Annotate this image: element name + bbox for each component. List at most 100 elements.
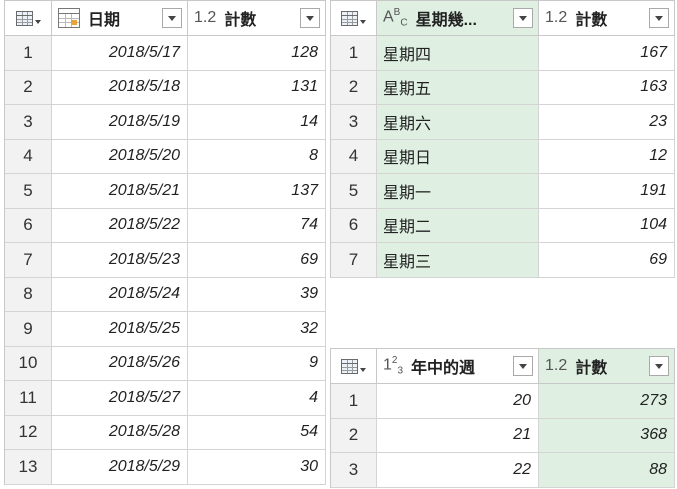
table-row[interactable]: 3 22 88 [331,453,675,488]
count-cell[interactable]: 12 [539,139,675,173]
table-row[interactable]: 11 2018/5/27 4 [5,381,326,416]
table-row[interactable]: 3 2018/5/19 14 [5,105,326,140]
row-index[interactable]: 12 [5,415,52,449]
count-cell[interactable]: 74 [188,208,326,242]
date-cell[interactable]: 2018/5/24 [52,277,188,311]
count-cell[interactable]: 32 [188,312,326,346]
date-cell[interactable]: 2018/5/25 [52,312,188,346]
column-header-count[interactable]: 1.2 計數 [539,349,675,383]
table-row[interactable]: 9 2018/5/25 32 [5,312,326,347]
row-index[interactable]: 8 [5,277,52,311]
date-cell[interactable]: 2018/5/29 [52,450,188,484]
table-row[interactable]: 12 2018/5/28 54 [5,415,326,450]
table-row[interactable]: 3 星期六 23 [331,105,675,140]
row-index[interactable]: 11 [5,381,52,415]
count-cell[interactable]: 23 [539,105,675,139]
date-cell[interactable]: 2018/5/21 [52,174,188,208]
column-header-week[interactable]: 123 年中的週 [377,349,539,383]
column-filter-button[interactable] [649,8,669,28]
table-row[interactable]: 2 星期五 163 [331,70,675,105]
count-cell[interactable]: 14 [188,105,326,139]
table-row[interactable]: 4 星期日 12 [331,139,675,174]
table-row[interactable]: 7 星期三 69 [331,243,675,278]
table-row[interactable]: 13 2018/5/29 30 [5,450,326,485]
weekday-cell[interactable]: 星期一 [377,174,539,208]
count-cell[interactable]: 368 [539,418,675,452]
table-row[interactable]: 10 2018/5/26 9 [5,346,326,381]
weekday-cell[interactable]: 星期六 [377,105,539,139]
count-cell[interactable]: 137 [188,174,326,208]
table-row[interactable]: 5 星期一 191 [331,174,675,209]
date-cell[interactable]: 2018/5/28 [52,415,188,449]
week-cell[interactable]: 20 [377,384,539,418]
row-index[interactable]: 1 [331,36,377,70]
weekday-cell[interactable]: 星期五 [377,70,539,104]
table-row[interactable]: 6 星期二 104 [331,208,675,243]
table-row[interactable]: 8 2018/5/24 39 [5,277,326,312]
table-row[interactable]: 7 2018/5/23 69 [5,243,326,278]
count-cell[interactable]: 4 [188,381,326,415]
date-cell[interactable]: 2018/5/18 [52,70,188,104]
column-filter-button[interactable] [162,8,182,28]
column-header-count[interactable]: 1.2 計數 [188,1,326,35]
weekday-cell[interactable]: 星期日 [377,139,539,173]
row-index[interactable]: 1 [331,384,377,418]
row-index[interactable]: 4 [5,139,52,173]
date-cell[interactable]: 2018/5/22 [52,208,188,242]
column-header-count[interactable]: 1.2 計數 [539,1,675,35]
row-index[interactable]: 10 [5,346,52,380]
row-index[interactable]: 4 [331,139,377,173]
row-index[interactable]: 13 [5,450,52,484]
column-header-date[interactable]: 日期 [52,1,188,35]
count-cell[interactable]: 8 [188,139,326,173]
table-menu-button[interactable] [331,349,377,383]
row-index[interactable]: 9 [5,312,52,346]
week-cell[interactable]: 21 [377,418,539,452]
count-cell[interactable]: 9 [188,346,326,380]
row-index[interactable]: 2 [331,418,377,452]
count-cell[interactable]: 30 [188,450,326,484]
count-cell[interactable]: 69 [188,243,326,277]
table-row[interactable]: 1 星期四 167 [331,36,675,71]
column-filter-button[interactable] [513,8,533,28]
date-cell[interactable]: 2018/5/27 [52,381,188,415]
row-index[interactable]: 2 [5,70,52,104]
count-cell[interactable]: 167 [539,36,675,70]
weekday-cell[interactable]: 星期二 [377,208,539,242]
date-cell[interactable]: 2018/5/17 [52,36,188,70]
row-index[interactable]: 7 [5,243,52,277]
column-filter-button[interactable] [300,8,320,28]
table-menu-button[interactable] [5,1,52,35]
row-index[interactable]: 3 [331,105,377,139]
row-index[interactable]: 5 [331,174,377,208]
column-filter-button[interactable] [513,356,533,376]
row-index[interactable]: 2 [331,70,377,104]
column-filter-button[interactable] [649,356,669,376]
table-row[interactable]: 1 2018/5/17 128 [5,36,326,71]
weekday-cell[interactable]: 星期三 [377,243,539,277]
row-index[interactable]: 6 [5,208,52,242]
row-index[interactable]: 3 [5,105,52,139]
count-cell[interactable]: 191 [539,174,675,208]
date-cell[interactable]: 2018/5/20 [52,139,188,173]
table-row[interactable]: 2 21 368 [331,418,675,453]
date-cell[interactable]: 2018/5/19 [52,105,188,139]
count-cell[interactable]: 69 [539,243,675,277]
row-index[interactable]: 5 [5,174,52,208]
count-cell[interactable]: 273 [539,384,675,418]
count-cell[interactable]: 104 [539,208,675,242]
count-cell[interactable]: 39 [188,277,326,311]
count-cell[interactable]: 88 [539,453,675,487]
count-cell[interactable]: 131 [188,70,326,104]
weekday-cell[interactable]: 星期四 [377,36,539,70]
table-menu-button[interactable] [331,1,377,35]
table-row[interactable]: 2 2018/5/18 131 [5,70,326,105]
table-row[interactable]: 5 2018/5/21 137 [5,174,326,209]
count-cell[interactable]: 163 [539,70,675,104]
table-row[interactable]: 1 20 273 [331,384,675,419]
date-cell[interactable]: 2018/5/26 [52,346,188,380]
table-row[interactable]: 4 2018/5/20 8 [5,139,326,174]
count-cell[interactable]: 54 [188,415,326,449]
column-header-weekday[interactable]: ABC 星期幾... [377,1,539,35]
count-cell[interactable]: 128 [188,36,326,70]
